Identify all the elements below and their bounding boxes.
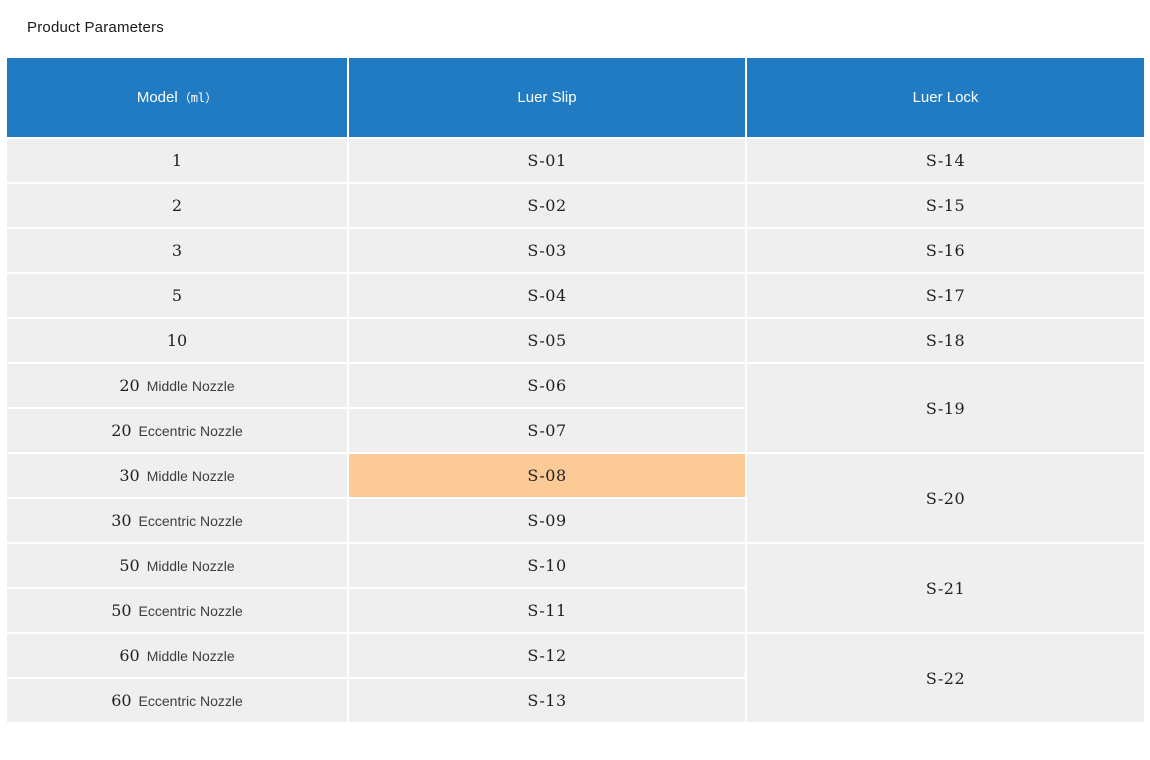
luer-slip-cell-s06[interactable]: S-06 — [349, 364, 745, 407]
model-label: Middle Nozzle — [147, 648, 235, 664]
model-number: 60 — [119, 646, 139, 665]
luer-slip-cell-s08-highlighted[interactable]: S-08 — [349, 454, 745, 497]
model-label: Middle Nozzle — [147, 378, 235, 394]
luer-slip-cell-s13[interactable]: S-13 — [349, 679, 745, 722]
model-label: Middle Nozzle — [147, 468, 235, 484]
model-cell-30-middle[interactable]: 30 Middle Nozzle — [7, 454, 347, 497]
luer-lock-cell-s22[interactable]: S-22 — [747, 634, 1144, 722]
model-cell-50-middle[interactable]: 50 Middle Nozzle — [7, 544, 347, 587]
luer-slip-cell-s04[interactable]: S-04 — [349, 274, 745, 317]
model-number: 50 — [111, 601, 131, 620]
luer-lock-cell-s18[interactable]: S-18 — [747, 319, 1144, 362]
model-cell-5[interactable]: 5 — [7, 274, 347, 317]
luer-slip-cell-s02[interactable]: S-02 — [349, 184, 745, 227]
column-header-model: Model （ml） — [7, 58, 347, 137]
page-title: Product Parameters — [27, 19, 164, 36]
model-number: 60 — [111, 691, 131, 710]
model-number: 30 — [111, 511, 131, 530]
luer-slip-cell-s05[interactable]: S-05 — [349, 319, 745, 362]
model-label: Middle Nozzle — [147, 558, 235, 574]
model-number: 20 — [111, 421, 131, 440]
model-cell-60-middle[interactable]: 60 Middle Nozzle — [7, 634, 347, 677]
model-number: 3 — [172, 241, 182, 260]
column-header-luer-slip: Luer Slip — [349, 58, 745, 137]
luer-slip-cell-s01[interactable]: S-01 — [349, 139, 745, 182]
luer-slip-cell-s07[interactable]: S-07 — [349, 409, 745, 452]
model-label: Eccentric Nozzle — [139, 513, 243, 529]
model-label: Eccentric Nozzle — [139, 423, 243, 439]
model-number: 10 — [167, 331, 187, 350]
column-header-luer-lock-label: Luer Lock — [913, 89, 979, 106]
column-header-luer-slip-label: Luer Slip — [517, 89, 576, 106]
model-cell-3[interactable]: 3 — [7, 229, 347, 272]
model-cell-20-eccentric[interactable]: 20 Eccentric Nozzle — [7, 409, 347, 452]
model-number: 2 — [172, 196, 182, 215]
luer-slip-cell-s11[interactable]: S-11 — [349, 589, 745, 632]
model-cell-2[interactable]: 2 — [7, 184, 347, 227]
luer-lock-cell-s16[interactable]: S-16 — [747, 229, 1144, 272]
model-label: Eccentric Nozzle — [139, 693, 243, 709]
luer-lock-cell-s14[interactable]: S-14 — [747, 139, 1144, 182]
model-number: 5 — [172, 286, 182, 305]
luer-lock-cell-s19[interactable]: S-19 — [747, 364, 1144, 452]
column-header-model-label: Model — [137, 89, 178, 106]
model-label: Eccentric Nozzle — [139, 603, 243, 619]
model-cell-30-eccentric[interactable]: 30 Eccentric Nozzle — [7, 499, 347, 542]
luer-lock-cell-s20[interactable]: S-20 — [747, 454, 1144, 542]
column-header-model-unit: （ml） — [179, 89, 217, 106]
luer-slip-cell-s10[interactable]: S-10 — [349, 544, 745, 587]
model-number: 1 — [172, 151, 182, 170]
model-cell-20-middle[interactable]: 20 Middle Nozzle — [7, 364, 347, 407]
model-number: 20 — [119, 376, 139, 395]
product-parameters-table: Model （ml） Luer Slip Luer Lock 1 S-01 S-… — [7, 58, 1144, 722]
model-number: 30 — [119, 466, 139, 485]
luer-lock-cell-s21[interactable]: S-21 — [747, 544, 1144, 632]
luer-slip-cell-s09[interactable]: S-09 — [349, 499, 745, 542]
luer-slip-cell-s03[interactable]: S-03 — [349, 229, 745, 272]
luer-lock-cell-s15[interactable]: S-15 — [747, 184, 1144, 227]
model-cell-10[interactable]: 10 — [7, 319, 347, 362]
model-cell-60-eccentric[interactable]: 60 Eccentric Nozzle — [7, 679, 347, 722]
model-number: 50 — [119, 556, 139, 575]
column-header-luer-lock: Luer Lock — [747, 58, 1144, 137]
model-cell-50-eccentric[interactable]: 50 Eccentric Nozzle — [7, 589, 347, 632]
luer-slip-cell-s12[interactable]: S-12 — [349, 634, 745, 677]
model-cell-1[interactable]: 1 — [7, 139, 347, 182]
luer-lock-cell-s17[interactable]: S-17 — [747, 274, 1144, 317]
